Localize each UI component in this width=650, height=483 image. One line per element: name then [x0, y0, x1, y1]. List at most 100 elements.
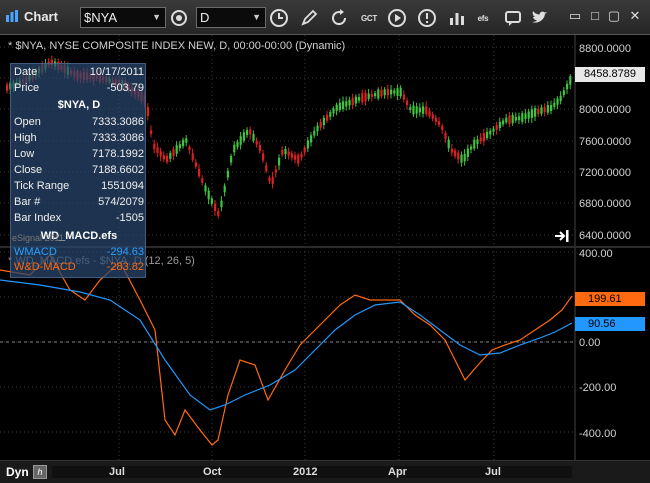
price-axis-tick: 7600.0000 [579, 136, 631, 148]
symbol-input[interactable]: $NYA ▼ [80, 7, 166, 28]
candle-body [498, 121, 501, 129]
refresh-button[interactable] [328, 7, 350, 29]
candle-body [425, 106, 428, 115]
macd-axis-tick: 400.00 [579, 248, 613, 260]
interval-input[interactable]: D ▼ [196, 7, 266, 28]
jump-to-end-icon[interactable] [554, 229, 570, 243]
price-axis-tick: 8800.0000 [579, 43, 631, 55]
candle-body [313, 130, 316, 136]
candle-body [457, 152, 460, 160]
price-axis-tick: 6800.0000 [579, 198, 631, 210]
candle-body [550, 104, 553, 112]
candle-body [220, 200, 223, 208]
candle-body [316, 125, 319, 132]
candle-body [514, 116, 517, 121]
candle-body [233, 144, 236, 153]
time-axis-tick: 2012 [293, 466, 318, 478]
candle-body [444, 132, 447, 140]
alert-button[interactable] [416, 7, 438, 29]
candle-body [546, 105, 549, 113]
time-axis-tick: Jul [109, 466, 125, 478]
time-axis-tick: Jul [485, 466, 501, 478]
dw-row-value: 574/2079 [98, 196, 144, 208]
bar-chart-icon [450, 13, 464, 25]
restore-button[interactable]: ▢ [605, 8, 623, 24]
candle-body [562, 90, 565, 95]
chat-button[interactable] [502, 7, 524, 29]
chevron-down-icon[interactable]: ▼ [252, 8, 261, 27]
candle-body [454, 150, 457, 157]
twitter-button[interactable] [528, 7, 550, 29]
data-window[interactable]: Date 10/17/2011 Price -503.79 $NYA, D Op… [10, 63, 146, 278]
dw-date-label: Date [14, 66, 38, 78]
candle-body [489, 130, 492, 135]
minimize-button[interactable]: ▭ [566, 8, 584, 24]
candle-body [162, 155, 165, 160]
candle-body [303, 147, 306, 153]
dw-row-value: 7333.3086 [92, 116, 144, 128]
candle-body [310, 135, 313, 143]
candle-body [226, 170, 229, 178]
gct-button[interactable]: GCT [358, 7, 380, 29]
play-button[interactable] [386, 7, 408, 29]
candle-body [159, 151, 162, 157]
dw-row-label: High [14, 132, 37, 144]
candle-body [495, 125, 498, 130]
candle-body [511, 114, 514, 124]
dynamic-toggle-button[interactable]: h [33, 465, 47, 479]
esignal-watermark: eSignal 2011 [12, 233, 64, 243]
price-pane-header: * $NYA, NYSE COMPOSITE INDEX NEW, D, 00:… [8, 40, 346, 52]
link-symbol-button[interactable] [168, 7, 190, 29]
candle-body [534, 108, 537, 117]
dw-row-label: Low [14, 148, 35, 160]
candle-body [319, 121, 322, 128]
candle-body [358, 97, 361, 101]
candle-body [418, 107, 421, 113]
dw-date-row: Date 10/17/2011 [14, 66, 144, 82]
candle-body [370, 93, 373, 97]
candle-body [508, 115, 511, 124]
candle-body [345, 101, 348, 107]
candle-body [374, 93, 377, 97]
candle-body [153, 143, 156, 150]
candle-body [351, 97, 354, 106]
candle-body [178, 144, 181, 149]
efs-button[interactable]: efs [472, 7, 494, 29]
candle-body [297, 155, 300, 164]
pencil-icon [301, 9, 318, 26]
candle-body [223, 185, 226, 193]
candle-body [460, 154, 463, 163]
close-icon[interactable]: ✕ [626, 8, 644, 24]
dw-row: High 7333.3086 [14, 132, 144, 148]
candle-body [255, 140, 258, 145]
dw-date-value: 10/17/2011 [89, 66, 144, 78]
chevron-down-icon[interactable]: ▼ [152, 8, 161, 27]
study-button[interactable] [446, 7, 468, 29]
candle-body [540, 107, 543, 114]
draw-tool-button[interactable] [298, 7, 320, 29]
last-price-badge: 8458.8789 [575, 67, 645, 82]
candle-body [530, 109, 533, 118]
candle-body [422, 106, 425, 114]
dw-row-label: Open [14, 116, 41, 128]
candle-body [367, 93, 370, 99]
candle-body [246, 129, 249, 136]
time-template-button[interactable] [268, 7, 290, 29]
candle-body [278, 157, 281, 166]
dw-price-value: -503.79 [106, 82, 144, 94]
candle-body [172, 149, 175, 157]
play-icon [388, 9, 406, 27]
candle-body [569, 76, 572, 85]
candle-body [268, 177, 271, 182]
maximize-button[interactable]: □ [586, 8, 604, 24]
candle-body [527, 111, 530, 119]
candle-body [348, 99, 351, 106]
candle-body [188, 146, 191, 151]
candle-body [386, 88, 389, 96]
candle-body [175, 145, 178, 154]
candle-body [300, 153, 303, 158]
time-axis-tick: Apr [388, 466, 407, 478]
candle-body [383, 89, 386, 96]
candle-body [281, 149, 284, 155]
candle-body [431, 114, 434, 119]
